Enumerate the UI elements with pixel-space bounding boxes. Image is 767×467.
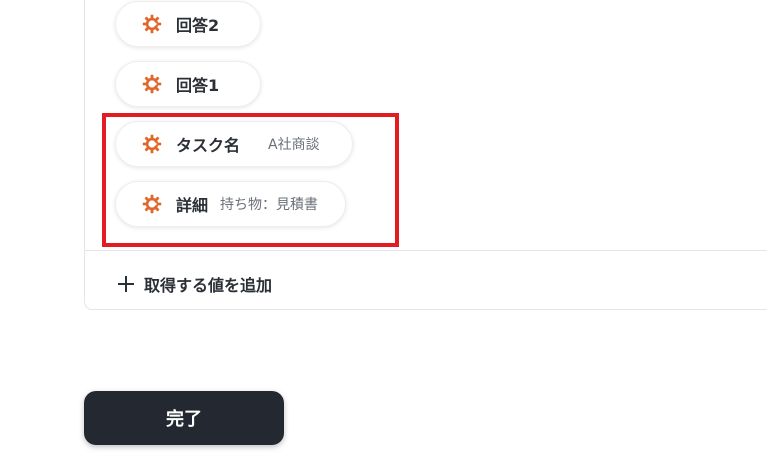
gear-icon [142, 14, 162, 34]
add-value-button[interactable]: 取得する値を追加 [118, 272, 272, 296]
plus-icon [118, 276, 134, 292]
field-chip-answer1[interactable]: 回答1 [115, 61, 261, 107]
highlight-box [102, 113, 399, 247]
field-chip-answer2[interactable]: 回答2 [115, 1, 261, 47]
gear-icon [142, 74, 162, 94]
divider [85, 250, 767, 251]
page: 回答2 回答1 タスク名 A社商談 詳細 持ち物：見積書 取得する値を追加 完了 [0, 0, 767, 467]
add-value-label: 取得する値を追加 [144, 276, 273, 295]
field-chip-label: 回答1 [176, 76, 220, 95]
done-button[interactable]: 完了 [84, 391, 284, 445]
field-chip-label: 回答2 [176, 16, 220, 35]
